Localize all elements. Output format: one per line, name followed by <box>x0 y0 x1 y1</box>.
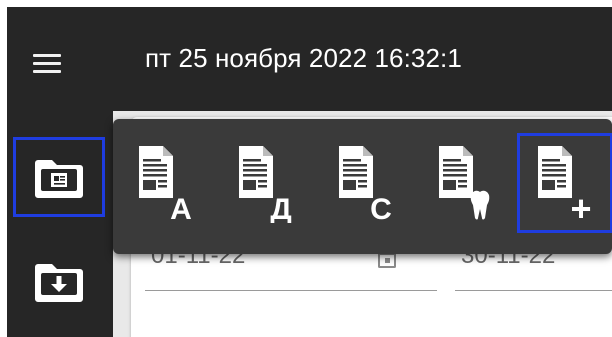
app-window: пт 25 ноября 2022 16:32:1 01-11-22 30-11… <box>7 7 612 337</box>
popup-item-document-dental[interactable] <box>427 133 505 233</box>
current-datetime: пт 25 ноября 2022 16:32:1 <box>145 43 462 73</box>
document-tooth-icon <box>439 146 490 220</box>
sidebar-item-documents[interactable] <box>13 137 105 217</box>
document-add-symbol: + <box>570 188 591 223</box>
popup-item-document-add[interactable]: + <box>517 133 612 233</box>
sidebar-item-download[interactable] <box>13 241 105 321</box>
popup-item-document-d[interactable]: Д <box>227 133 305 233</box>
document-d-icon: Д <box>239 146 292 223</box>
document-type-popup: A Д C + <box>113 119 612 254</box>
document-c-letter: C <box>370 193 392 223</box>
document-a-icon: A <box>139 146 192 223</box>
hamburger-menu-icon[interactable] <box>33 50 63 76</box>
document-a-letter: A <box>170 193 192 223</box>
popup-item-document-a[interactable]: A <box>127 133 205 233</box>
document-add-icon: + <box>538 146 592 223</box>
document-d-letter: Д <box>270 193 291 223</box>
sidebar <box>7 111 113 337</box>
folder-document-icon <box>35 160 83 198</box>
top-bar: пт 25 ноября 2022 16:32:1 <box>7 7 612 111</box>
folder-download-icon <box>35 264 83 302</box>
document-c-icon: C <box>339 146 392 223</box>
popup-item-document-c[interactable]: C <box>327 133 405 233</box>
